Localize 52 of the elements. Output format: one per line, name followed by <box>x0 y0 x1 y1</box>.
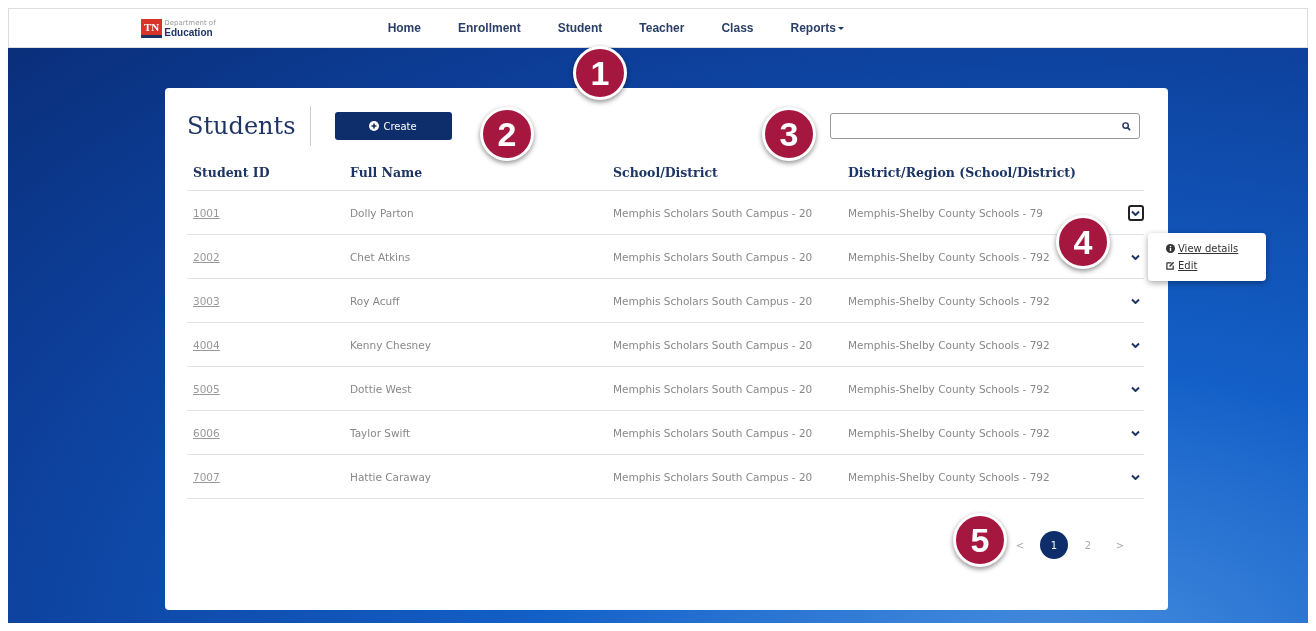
table-cell-text: Memphis-Shelby County Schools - 792 <box>848 426 1051 439</box>
search-field[interactable] <box>830 113 1140 139</box>
row-actions-toggle[interactable] <box>1127 204 1144 221</box>
table-cell-text: Memphis Scholars South Campus - 20 <box>613 382 814 395</box>
table-cell-text: Memphis Scholars South Campus - 20 <box>613 338 814 351</box>
table-cell-text: Hattie Caraway <box>350 470 433 483</box>
menu-item[interactable]: Edit <box>1166 259 1239 271</box>
logo-mark: TN <box>141 18 163 38</box>
chevron-down-icon <box>1131 341 1140 348</box>
edit-icon <box>1166 260 1175 270</box>
create-button[interactable]: Create <box>334 112 452 140</box>
table-cell-text: Memphis Scholars South Campus - 20 <box>613 470 814 483</box>
column-header: School/District <box>613 164 719 180</box>
nav-link[interactable]: Enrollment <box>457 21 521 35</box>
logo-name: Education <box>164 26 214 38</box>
page-title: Students <box>187 112 296 140</box>
nav-link[interactable]: Teacher <box>639 21 685 35</box>
chevron-down-icon <box>1131 209 1140 216</box>
chevron-down-icon <box>1131 473 1140 480</box>
caret-icon <box>837 26 844 30</box>
table-cell-text: Memphis-Shelby County Schools - 792 <box>848 382 1051 395</box>
table-cell-text: Memphis Scholars South Campus - 20 <box>613 426 814 439</box>
table-cell-text: Memphis-Shelby County Schools - 792 <box>848 294 1051 307</box>
chevron-down-icon <box>1131 429 1140 436</box>
nav-link[interactable]: Class <box>721 21 754 35</box>
chevron-down-icon <box>1131 385 1140 392</box>
chevron-down-icon <box>1131 253 1140 260</box>
nav-link[interactable]: Student <box>557 21 603 35</box>
table-cell-text: Memphis-Shelby County Schools - 792 <box>848 250 1051 263</box>
page-link[interactable]: 1 <box>1040 531 1068 559</box>
table-cell-text: Dottie West <box>350 382 413 395</box>
table-cell-text: Roy Acuff <box>350 294 401 307</box>
nav-link[interactable]: Home <box>387 21 421 35</box>
table-cell-text: Kenny Chesney <box>350 338 432 351</box>
table-cell-text: Memphis-Shelby County Schools - 792 <box>848 338 1051 351</box>
nav-link[interactable]: Reports <box>790 21 844 35</box>
menu-item[interactable]: View details <box>1166 242 1239 254</box>
column-header: Full Name <box>350 164 424 180</box>
table-cell-text: Memphis Scholars South Campus - 20 <box>613 294 814 307</box>
column-header: District/Region (School/District) <box>848 164 1077 180</box>
info-icon <box>1166 243 1175 253</box>
table-cell-text: Taylor Swift <box>350 426 412 439</box>
plus-circle-icon <box>369 121 380 131</box>
chevron-down-icon <box>1131 297 1140 304</box>
table-cell-text: Dolly Parton <box>350 206 415 219</box>
table-cell-text: Memphis-Shelby County Schools - 792 <box>848 470 1051 483</box>
table-cell-text: Chet Atkins <box>350 250 412 263</box>
table-cell-text: Memphis Scholars South Campus - 20 <box>613 206 814 219</box>
column-header: Student ID <box>193 164 271 180</box>
table-cell-text: Memphis Scholars South Campus - 20 <box>613 250 814 263</box>
search-icon <box>1122 121 1131 131</box>
table-cell-text: Memphis-Shelby County Schools - 79 <box>848 206 1045 219</box>
